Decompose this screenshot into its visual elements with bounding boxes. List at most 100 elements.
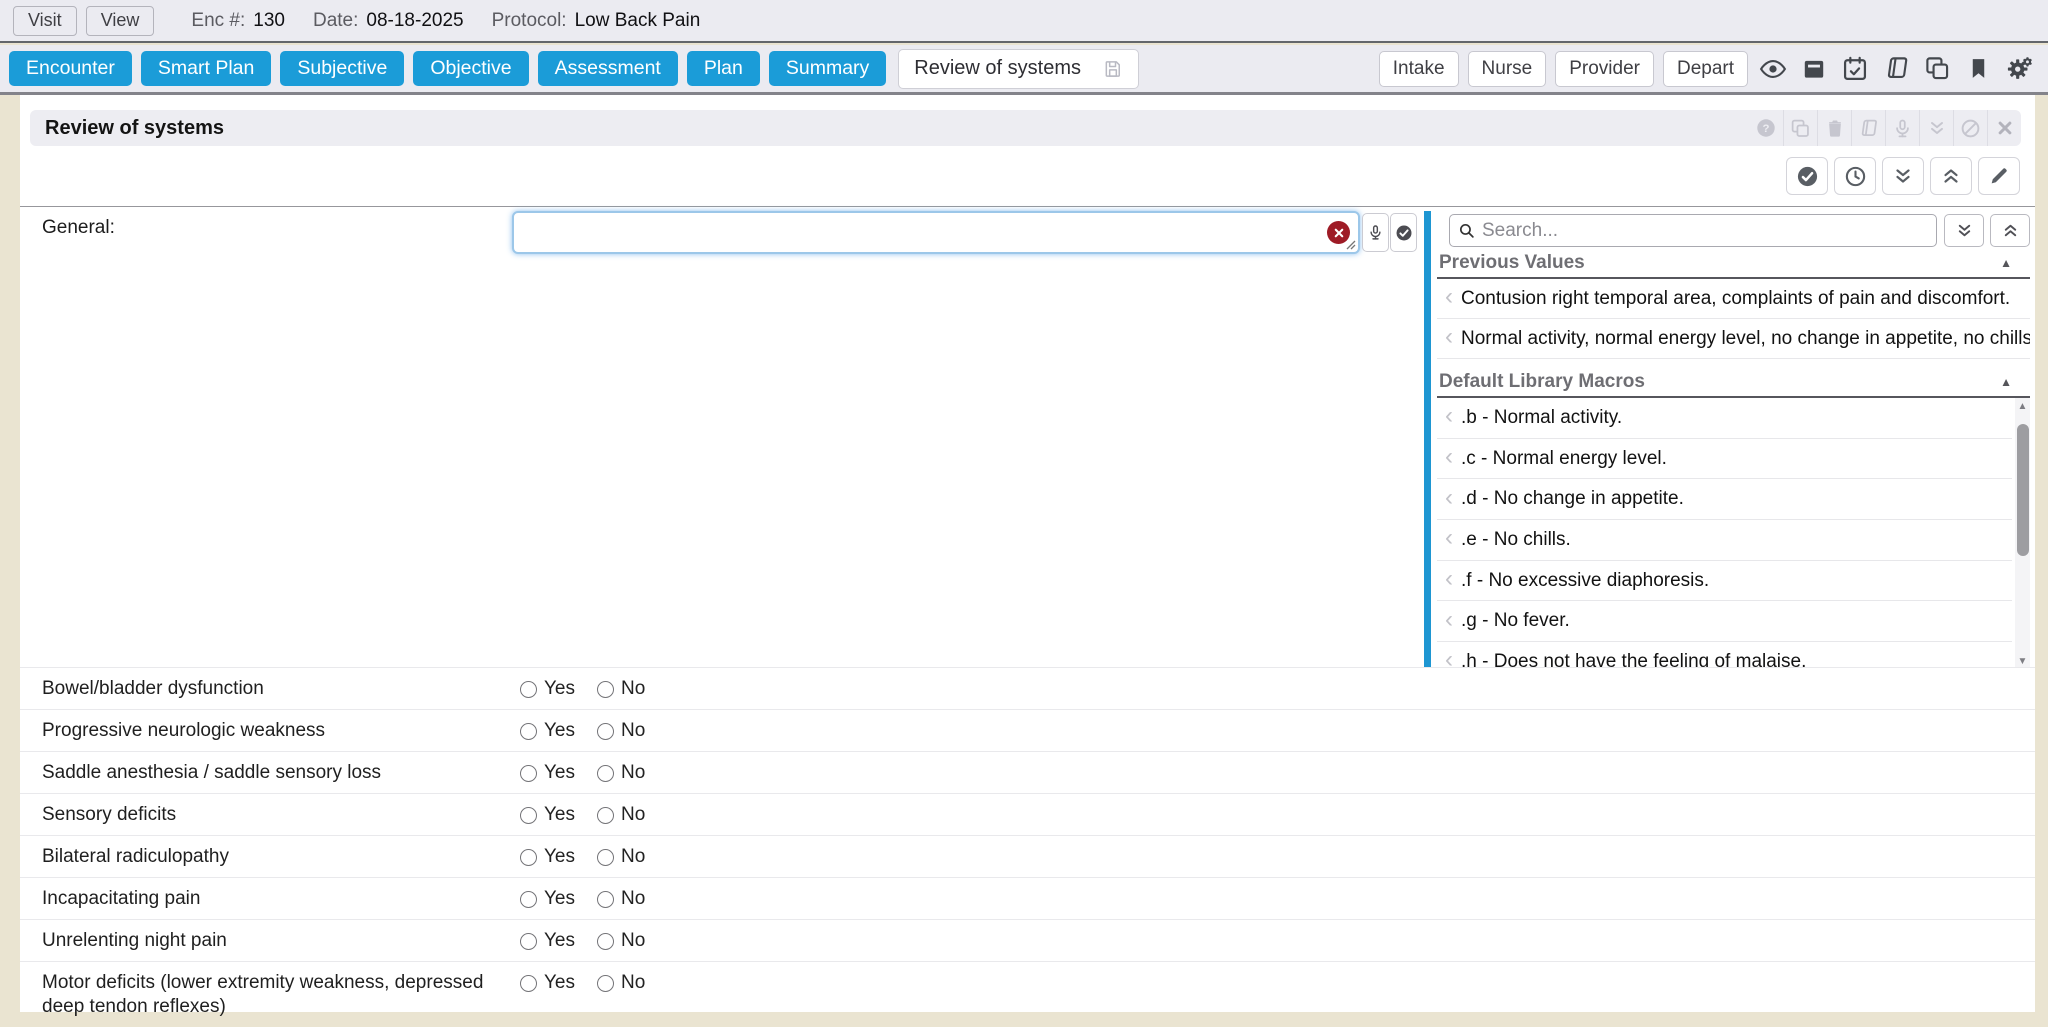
no-radio[interactable] xyxy=(597,975,614,992)
provider-button[interactable]: Provider xyxy=(1555,51,1654,87)
macro-item[interactable]: ‹ .b - Normal activity. xyxy=(1437,398,2012,439)
no-radio[interactable] xyxy=(597,807,614,824)
pencil-button[interactable] xyxy=(1978,157,2020,195)
macro-item[interactable]: ‹ .f - No excessive diaphoresis. xyxy=(1437,561,2012,602)
previous-values-header: Previous Values ▲ xyxy=(1437,249,2030,279)
help-icon[interactable]: ? xyxy=(1749,110,1783,146)
yes-radio[interactable] xyxy=(520,765,537,782)
macro-item[interactable]: ‹ .h - Does not have the feeling of mala… xyxy=(1437,642,2012,668)
tab-summary[interactable]: Summary xyxy=(769,51,886,86)
macro-item[interactable]: ‹ .d - No change in appetite. xyxy=(1437,479,2012,520)
tab-smart-plan[interactable]: Smart Plan xyxy=(141,51,271,86)
scroll-down-icon[interactable]: ▼ xyxy=(2018,653,2028,668)
search-box xyxy=(1449,214,1937,247)
previous-value-item[interactable]: ‹ Contusion right temporal area, complai… xyxy=(1437,279,2030,319)
nurse-button[interactable]: Nurse xyxy=(1468,51,1547,87)
insert-left-icon: ‹ xyxy=(1445,608,1453,632)
search-icon xyxy=(1458,222,1475,239)
clock-button[interactable] xyxy=(1834,157,1876,195)
panel-accent-bar xyxy=(1424,211,1431,668)
yes-radio[interactable] xyxy=(520,975,537,992)
search-input[interactable] xyxy=(1482,220,1928,242)
general-input-wrap xyxy=(512,211,1360,254)
collapse-arrow-icon[interactable]: ▲ xyxy=(2000,256,2012,270)
scroll-up-icon[interactable]: ▲ xyxy=(2018,398,2028,414)
search-row xyxy=(1437,214,2030,247)
macro-list: ‹ .b - Normal activity. ‹ .c - Normal en… xyxy=(1437,398,2030,668)
microphone-button[interactable] xyxy=(1362,213,1389,252)
yes-radio[interactable] xyxy=(520,933,537,950)
bookmark-icon[interactable] xyxy=(1962,50,1994,88)
question-row: Bilateral radiculopathy Yes No xyxy=(20,836,2035,878)
chevrons-down-icon[interactable] xyxy=(1919,110,1953,146)
save-icon xyxy=(1103,59,1123,79)
section-header: Review of systems ? xyxy=(30,110,2021,146)
content-area: Review of systems ? xyxy=(20,95,2035,1012)
section-header-icons: ? xyxy=(1749,110,2021,146)
macro-item[interactable]: ‹ .e - No chills. xyxy=(1437,520,2012,561)
tab-encounter[interactable]: Encounter xyxy=(9,51,132,86)
close-icon[interactable] xyxy=(1987,110,2021,146)
no-radio[interactable] xyxy=(597,765,614,782)
macros-header: Default Library Macros ▲ xyxy=(1437,368,2030,398)
scrollbar-thumb[interactable] xyxy=(2017,424,2029,556)
no-radio[interactable] xyxy=(597,933,614,950)
general-input[interactable] xyxy=(512,211,1360,254)
panel-chevrons-down-button[interactable] xyxy=(1944,214,1984,247)
no-radio[interactable] xyxy=(597,723,614,740)
no-radio[interactable] xyxy=(597,849,614,866)
tab-subjective[interactable]: Subjective xyxy=(280,51,404,86)
depart-button[interactable]: Depart xyxy=(1663,51,1748,87)
yes-radio[interactable] xyxy=(520,681,537,698)
question-row: Sensory deficits Yes No xyxy=(20,794,2035,836)
protocol: Protocol: Low Back Pain xyxy=(492,10,701,32)
no-radio[interactable] xyxy=(597,891,614,908)
chevrons-down-button[interactable] xyxy=(1882,157,1924,195)
question-row: Unrelenting night pain Yes No xyxy=(20,920,2035,962)
tab-objective[interactable]: Objective xyxy=(413,51,528,86)
macro-item[interactable]: ‹ .c - Normal energy level. xyxy=(1437,439,2012,480)
previous-value-item[interactable]: ‹ Normal activity, normal energy level, … xyxy=(1437,319,2030,359)
archive-icon[interactable] xyxy=(1798,50,1830,88)
no-radio[interactable] xyxy=(597,681,614,698)
book-icon[interactable] xyxy=(1851,110,1885,146)
gears-icon[interactable] xyxy=(2003,50,2035,88)
macros-title: Default Library Macros xyxy=(1439,371,1645,393)
tab-review-of-systems[interactable]: Review of systems xyxy=(898,49,1139,89)
yes-radio[interactable] xyxy=(520,723,537,740)
ban-icon[interactable] xyxy=(1953,110,1987,146)
tab-assessment[interactable]: Assessment xyxy=(538,51,678,86)
book-icon[interactable] xyxy=(1880,50,1912,88)
check-circle-button[interactable] xyxy=(1786,157,1828,195)
macro-scrollbar[interactable]: ▲ ▼ xyxy=(2015,398,2030,668)
copy-icon[interactable] xyxy=(1783,110,1817,146)
suggestions-panel: Previous Values ▲ ‹ Contusion right temp… xyxy=(1437,211,2030,668)
insert-left-icon: ‹ xyxy=(1445,486,1453,510)
microphone-icon[interactable] xyxy=(1885,110,1919,146)
yes-radio[interactable] xyxy=(520,891,537,908)
insert-left-icon: ‹ xyxy=(1445,648,1453,668)
collapse-arrow-icon[interactable]: ▲ xyxy=(2000,375,2012,389)
eye-icon[interactable] xyxy=(1757,50,1789,88)
question-row: Bowel/bladder dysfunction Yes No xyxy=(20,668,2035,710)
panel-chevrons-up-button[interactable] xyxy=(1990,214,2030,247)
chevrons-up-button[interactable] xyxy=(1930,157,1972,195)
yes-radio[interactable] xyxy=(520,807,537,824)
visit-button[interactable]: Visit xyxy=(13,6,77,36)
copy-icon[interactable] xyxy=(1921,50,1953,88)
view-button[interactable]: View xyxy=(86,6,155,36)
yes-radio[interactable] xyxy=(520,849,537,866)
resize-handle-icon[interactable] xyxy=(1346,240,1356,250)
confirm-button[interactable] xyxy=(1390,213,1417,252)
insert-left-icon: ‹ xyxy=(1445,526,1453,550)
trash-icon[interactable] xyxy=(1817,110,1851,146)
svg-text:?: ? xyxy=(1763,123,1770,135)
macro-item[interactable]: ‹ .g - No fever. xyxy=(1437,601,2012,642)
insert-left-icon: ‹ xyxy=(1445,567,1453,591)
insert-left-icon: ‹ xyxy=(1445,445,1453,469)
question-row: Motor deficits (lower extremity weakness… xyxy=(20,962,2035,1027)
calendar-check-icon[interactable] xyxy=(1839,50,1871,88)
tab-plan[interactable]: Plan xyxy=(687,51,760,86)
intake-button[interactable]: Intake xyxy=(1379,51,1459,87)
question-row: Incapacitating pain Yes No xyxy=(20,878,2035,920)
